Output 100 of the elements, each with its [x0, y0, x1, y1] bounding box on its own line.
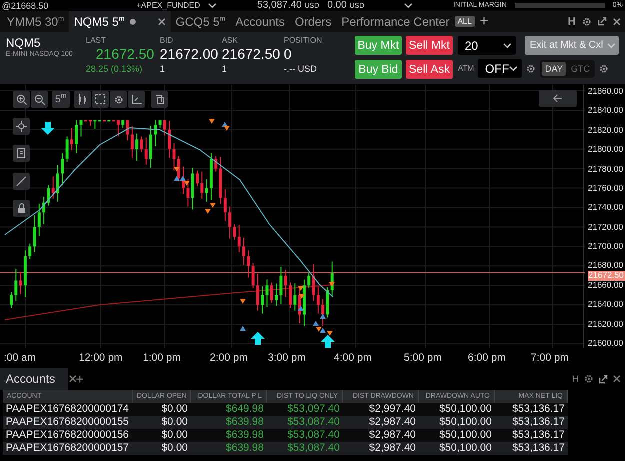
time-label: 12:00 pm: [79, 352, 124, 364]
account-name: +APEX_FUNDED: [136, 1, 200, 10]
candle: [242, 237, 246, 266]
down-triangle-marker: [298, 286, 304, 291]
time-label: 4:00 pm: [334, 352, 373, 364]
chevron-down-icon[interactable]: [404, 2, 414, 8]
down-triangle-marker: [209, 119, 215, 124]
candlestick-icon: [78, 94, 87, 105]
last-label: LAST: [86, 36, 108, 45]
order-button[interactable]: Sell Ask: [406, 60, 453, 79]
atm-dropdown[interactable]: OFF: [478, 59, 522, 78]
table-cell: $53,097.40: [267, 403, 343, 416]
table-cell: $2,987.40: [343, 429, 419, 442]
hide-button[interactable]: H: [568, 16, 576, 28]
axis-button[interactable]: [128, 91, 145, 108]
up-triangle-marker: [320, 314, 326, 319]
chart-tab[interactable]: Accounts: [230, 11, 290, 32]
popout-icon[interactable]: [598, 17, 607, 26]
table-cell: $2,997.40: [343, 403, 419, 416]
chart-tab[interactable]: GCQ5 5$^{m}$: [170, 11, 231, 32]
table-cell: $53,136.17: [495, 429, 568, 442]
up-triangle-marker: [298, 306, 304, 311]
note-icon: [17, 148, 26, 159]
ask-size: 1: [222, 64, 228, 74]
zoom-out-button[interactable]: [31, 91, 48, 108]
add-tab-button[interactable]: +: [480, 13, 489, 30]
table-cell: $53,087.40: [267, 416, 343, 429]
tif-option[interactable]: GTC: [568, 62, 594, 76]
up-arrow-icon: [251, 332, 265, 345]
chevron-down-icon[interactable]: [503, 42, 512, 48]
settings-icon[interactable]: [582, 16, 592, 26]
add-tab-button[interactable]: +: [76, 371, 84, 387]
bid-price: 21672.00: [160, 46, 218, 63]
exit-button[interactable]: Exit at Mkt & Cxl: [525, 36, 619, 55]
down-triangle-marker: [174, 167, 180, 172]
order-button[interactable]: Sell Mkt: [406, 36, 453, 55]
order-button[interactable]: Buy Bid: [355, 60, 402, 79]
table-cell: PAAPEX16768200000155: [3, 416, 133, 429]
crosshair-button[interactable]: [13, 118, 30, 135]
current-price-badge: 21672.50: [588, 271, 625, 280]
bid-size: 1: [160, 64, 166, 74]
table-cell: $53,136.17: [495, 442, 568, 455]
all-badge[interactable]: ALL: [454, 16, 475, 27]
chart-tab[interactable]: Performance Center: [336, 11, 455, 32]
note-button[interactable]: [13, 145, 30, 162]
table-cell: $649.98: [191, 403, 267, 416]
table-cell: $50,100.00: [419, 416, 495, 429]
table-cell: $0.00: [133, 403, 191, 416]
price-label: 21800.00: [588, 144, 624, 154]
candle: [103, 120, 106, 122]
chevron-down-icon[interactable]: [208, 2, 218, 8]
settings-icon[interactable]: [584, 374, 594, 384]
down-arrow-icon: [41, 122, 55, 135]
chart-tab[interactable]: Orders: [290, 11, 337, 32]
down-triangle-marker: [299, 294, 305, 299]
zoom-in-button[interactable]: [13, 91, 30, 108]
lock-button[interactable]: [13, 200, 30, 217]
table-cell: $639.98: [191, 442, 267, 455]
up-triangle-marker: [313, 321, 319, 326]
time-label: 2:00 pm: [210, 352, 249, 364]
selection-button[interactable]: [92, 91, 109, 108]
price-label: 21720.00: [588, 222, 624, 232]
table-cell: PAAPEX16768200000157: [3, 442, 133, 455]
table-cell: $0.00: [133, 442, 191, 455]
down-triangle-marker: [329, 282, 335, 287]
popout-icon[interactable]: [599, 374, 608, 384]
settings-icon[interactable]: [526, 64, 536, 74]
up-triangle-marker: [240, 326, 246, 331]
close-icon[interactable]: [613, 375, 621, 383]
line-tool-button[interactable]: [13, 173, 30, 190]
table-cell: $53,136.17: [495, 416, 568, 429]
ask-price: 21672.50: [222, 46, 280, 63]
back-button[interactable]: [539, 90, 577, 107]
axis-icon: [131, 94, 142, 105]
settings-button[interactable]: [110, 91, 127, 108]
candle: [56, 164, 60, 202]
chart-tab[interactable]: YMM5 30$^{m}$: [2, 11, 70, 32]
settings-icon[interactable]: [599, 64, 610, 74]
settings-icon[interactable]: [114, 94, 124, 104]
chart-tab[interactable]: NQM5 5$^{m}$: [69, 11, 171, 32]
copy-button[interactable]: [151, 91, 168, 108]
table-cell: $639.98: [191, 429, 267, 442]
tif-option[interactable]: DAY: [542, 62, 566, 76]
order-button[interactable]: Buy Mkt: [355, 36, 402, 55]
down-triangle-marker: [327, 331, 333, 336]
interval-button[interactable]: 5$^{m}$: [52, 91, 70, 108]
down-triangle-marker: [184, 181, 190, 186]
hide-button[interactable]: H: [572, 374, 579, 384]
time-label: 1:00 pm: [143, 352, 182, 364]
candle-type-button[interactable]: [74, 91, 91, 108]
table-cell: $2,987.40: [343, 442, 419, 455]
close-icon[interactable]: [613, 18, 621, 26]
close-icon[interactable]: [158, 18, 166, 26]
chevron-down-icon[interactable]: [509, 66, 518, 72]
close-icon[interactable]: [69, 375, 78, 383]
ask-label: ASK: [222, 36, 240, 45]
quantity-field[interactable]: 20: [458, 36, 516, 55]
price-label: 21860.00: [588, 86, 624, 96]
candle: [196, 170, 199, 187]
table-cell: $53,136.17: [495, 403, 568, 416]
